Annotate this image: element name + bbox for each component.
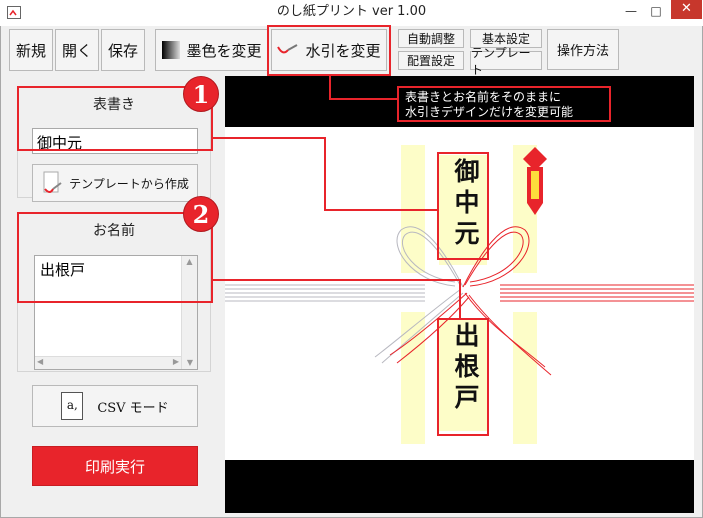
- template-button[interactable]: テンプレート: [470, 46, 542, 77]
- layout-settings-button[interactable]: 配置設定: [398, 51, 464, 70]
- connector-2b: [459, 279, 461, 319]
- template-create-label: テンプレートから作成: [69, 176, 189, 191]
- new-button[interactable]: 新規: [9, 29, 53, 71]
- howto-button[interactable]: 操作方法: [547, 29, 619, 70]
- close-button[interactable]: ✕: [671, 0, 702, 19]
- csv-mode-button[interactable]: a, CSV モード: [32, 385, 198, 427]
- ink-color-button[interactable]: 墨色を変更: [155, 29, 269, 71]
- preview-omotegaki-highlight: [437, 152, 489, 260]
- badge-two: 2: [183, 196, 219, 232]
- open-button[interactable]: 開く: [55, 29, 99, 71]
- connector-2a: [211, 279, 461, 281]
- connector-1c: [324, 209, 438, 211]
- mizuhiki-red-cords: [500, 284, 694, 302]
- preview-name-highlight: [437, 318, 489, 436]
- scroll-right-icon[interactable]: ▶: [173, 357, 179, 366]
- save-button[interactable]: 保存: [101, 29, 145, 71]
- ink-color-label: 墨色を変更: [186, 41, 262, 60]
- badge-one: 1: [183, 76, 219, 112]
- csv-file-icon: a,: [61, 392, 84, 420]
- template-create-button[interactable]: テンプレートから作成: [32, 164, 198, 202]
- scroll-down-icon[interactable]: ▼: [182, 357, 198, 369]
- callout-box: 表書きとお名前をそのままに 水引きデザインだけを変更可能: [397, 86, 611, 122]
- callout-line-2: 水引きデザインだけを変更可能: [405, 105, 574, 119]
- noshi-template-icon: [43, 171, 62, 193]
- scroll-left-icon[interactable]: ◀: [37, 357, 43, 366]
- callout-connector-h: [329, 98, 397, 100]
- window-title: のし紙プリント ver 1.00: [276, 4, 427, 19]
- name-highlight: [17, 212, 213, 303]
- ink-gradient-icon: [162, 41, 181, 59]
- callout-line-1: 表書きとお名前をそのままに: [405, 90, 562, 104]
- minimize-button[interactable]: —: [624, 4, 638, 18]
- mizuhiki-grey-cords: [225, 284, 425, 302]
- connector-1b: [324, 137, 326, 211]
- auto-adjust-button[interactable]: 自動調整: [398, 29, 464, 48]
- connector-1a: [211, 137, 325, 139]
- mizuhiki-highlight: [267, 25, 391, 76]
- print-button[interactable]: 印刷実行: [32, 446, 198, 486]
- maximize-button[interactable]: □: [649, 4, 663, 18]
- callout-connector-v: [329, 76, 331, 100]
- name-hscrollbar[interactable]: ◀ ▶: [35, 356, 181, 369]
- tag-strip-right-bottom: [513, 312, 537, 444]
- csv-mode-label: CSV モード: [97, 400, 169, 416]
